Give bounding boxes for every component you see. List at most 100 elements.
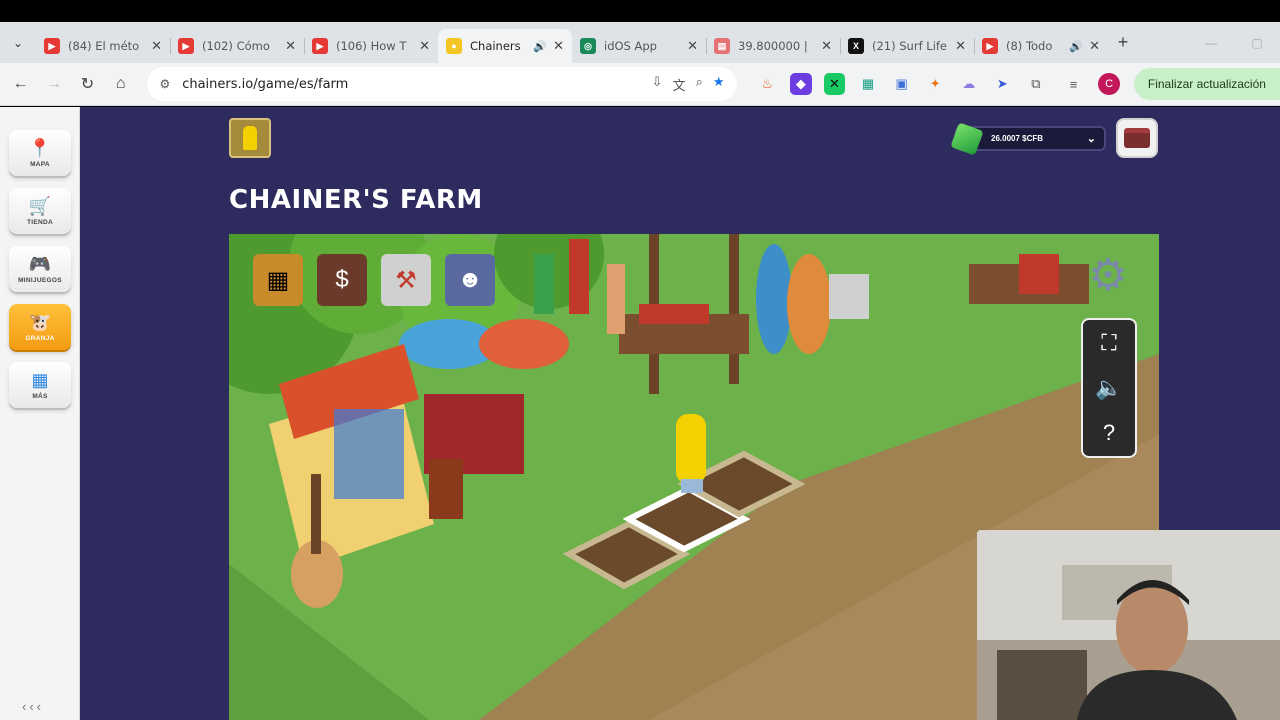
sidebar-item-minijuegos[interactable]: 🎮 MINIJUEGOS (9, 246, 71, 292)
browser-tab[interactable]: ▶ (84) El méto ✕ (36, 29, 170, 63)
maximize-icon[interactable]: ▢ (1234, 22, 1280, 63)
inventory-button[interactable] (1116, 118, 1158, 158)
reload-icon[interactable]: ↻ (71, 67, 104, 101)
update-browser-button[interactable]: Finalizar actualización (1133, 68, 1280, 100)
page-title: CHAINER'S FARM (229, 185, 483, 215)
sidebar-item-mapa[interactable]: 📍 MAPA (9, 130, 71, 176)
sound-icon[interactable]: 🔈 (1095, 375, 1122, 401)
tab-title: Chainers (470, 39, 521, 53)
tab-favicon-icon: ▶ (178, 38, 194, 54)
calculator-icon[interactable]: ▦ (253, 254, 303, 306)
browser-tab-bar: ⌄ ▶ (84) El méto ✕ ▶ (102) Cómo ✕ ▶ (106) How T… (0, 22, 1280, 63)
close-tab-icon[interactable]: ✕ (285, 38, 296, 54)
close-tab-icon[interactable]: ✕ (1089, 38, 1100, 54)
tab-favicon-icon: ▤ (714, 38, 730, 54)
chevron-down-icon: ⌄ (1086, 133, 1096, 145)
gamepad-icon: 🎮 (28, 254, 52, 274)
game-controls-panel: ⛶ 🔈 ? (1081, 318, 1137, 458)
shop-dollar-icon[interactable]: $ (317, 254, 367, 306)
zoom-icon[interactable]: ⌕ (696, 75, 703, 94)
fullscreen-icon[interactable]: ⛶ (1101, 330, 1116, 356)
sidebar-item-granja[interactable]: 🐮 GRANJA (9, 304, 71, 350)
translate-icon[interactable]: 文 (673, 75, 686, 94)
tab-title: (8) Todo (1006, 39, 1053, 53)
browser-tab[interactable]: ▶ (102) Cómo ✕ (170, 29, 304, 63)
extension-cloud-icon[interactable]: ☁ (958, 73, 980, 95)
game-sidebar: 📍 MAPA 🛒 TIENDA 🎮 MINIJUEGOS 🐮 GRANJA ▦ … (0, 107, 80, 720)
close-tab-icon[interactable]: ✕ (553, 38, 564, 54)
extensions-puzzle-icon[interactable]: ⧉ (1025, 73, 1047, 95)
banana-character-icon (243, 126, 257, 150)
browser-toolbar: ← → ↻ ⌂ ⚙ chainers.io/game/es/farm ⇩ 文 ⌕… (0, 63, 1280, 106)
bookmark-star-icon[interactable]: ★ (713, 75, 725, 94)
browser-tab[interactable]: X (21) Surf Life ✕ (840, 29, 974, 63)
address-bar[interactable]: ⚙ chainers.io/game/es/farm ⇩ 文 ⌕ ★ (147, 67, 737, 101)
screen-top-bar (0, 0, 1280, 22)
tab-favicon-icon: X (848, 38, 864, 54)
tab-favicon-icon: ◎ (580, 38, 596, 54)
tab-favicon-icon: ▶ (44, 38, 60, 54)
profile-avatar[interactable]: C (1098, 73, 1120, 95)
webcam-image (977, 530, 1280, 720)
address-text[interactable]: chainers.io/game/es/farm (182, 77, 348, 92)
home-icon[interactable]: ⌂ (104, 67, 137, 101)
webcam-overlay (977, 530, 1280, 720)
extension-x-icon[interactable]: ✕ (823, 73, 846, 95)
balance-dropdown[interactable]: 26.0007 $CFB ⌄ (950, 122, 1106, 156)
minimize-icon[interactable]: — (1188, 22, 1234, 63)
extension-chart-icon[interactable]: ▦ (857, 73, 879, 95)
sidebar-item-label: MINIJUEGOS (18, 277, 62, 284)
sidebar-item-mas[interactable]: ▦ MÁS (9, 362, 71, 408)
new-tab-button[interactable]: + (1108, 32, 1138, 53)
close-tab-icon[interactable]: ✕ (151, 38, 162, 54)
close-tab-icon[interactable]: ✕ (821, 38, 832, 54)
extension-metamask-icon[interactable]: ✦ (924, 73, 946, 95)
tab-title: (21) Surf Life (872, 39, 948, 53)
browser-tab[interactable]: ▶ (8) Todo 🔊 ✕ (974, 29, 1108, 63)
balance-value: 26.0007 $CFB (991, 134, 1044, 143)
chest-icon (1124, 128, 1150, 148)
map-pin-icon: 📍 (28, 138, 52, 158)
close-tab-icon[interactable]: ✕ (687, 38, 698, 54)
tab-title: (84) El méto (68, 39, 140, 53)
tab-favicon-icon: ▶ (312, 38, 328, 54)
extension-bird-icon[interactable]: ➤ (992, 73, 1014, 95)
sidebar-item-label: GRANJA (25, 335, 55, 342)
extension-calendar-icon[interactable]: ▣ (891, 73, 913, 95)
tab-title: (102) Cómo (202, 39, 270, 53)
tab-search-chevron-icon[interactable]: ⌄ (0, 22, 36, 63)
shopping-cart-icon: 🛒 (28, 196, 52, 216)
settings-gear-icon[interactable]: ⚙ (1084, 252, 1132, 300)
tab-audio-icon[interactable]: 🔊 (1069, 40, 1083, 53)
tab-title: (106) How T (336, 39, 407, 53)
help-icon[interactable]: ? (1103, 420, 1115, 446)
close-tab-icon[interactable]: ✕ (419, 38, 430, 54)
game-menu-icons: ▦ $ ⚒ ☻ (253, 254, 495, 306)
forward-icon[interactable]: → (37, 67, 70, 101)
install-app-icon[interactable]: ⇩ (652, 75, 663, 94)
tab-title: 39.800000 | (738, 39, 808, 53)
browser-tab[interactable]: ● Chainers 🔊 ✕ (438, 29, 572, 63)
site-settings-icon[interactable]: ⚙ (159, 77, 170, 91)
close-tab-icon[interactable]: ✕ (955, 38, 966, 54)
crafting-icon[interactable]: ⚒ (381, 254, 431, 306)
sidebar-item-label: MAPA (30, 161, 50, 168)
browser-tab[interactable]: ◎ idOS App ✕ (572, 29, 706, 63)
browser-tab[interactable]: ▶ (106) How T ✕ (304, 29, 438, 63)
player-avatar-button[interactable] (229, 118, 271, 158)
tab-audio-icon[interactable]: 🔊 (533, 40, 547, 53)
reading-list-icon[interactable]: ≡ (1063, 73, 1085, 95)
browser-tab[interactable]: ▤ 39.800000 | ✕ (706, 29, 840, 63)
extension-phantom-icon[interactable]: ◆ (790, 73, 812, 95)
back-icon[interactable]: ← (4, 67, 37, 101)
grid-icon: ▦ (31, 370, 49, 390)
tab-favicon-icon: ● (446, 38, 462, 54)
extension-flame-icon[interactable]: ♨ (757, 73, 779, 95)
robot-icon[interactable]: ☻ (445, 254, 495, 306)
cash-icon (950, 122, 984, 156)
collapse-sidebar-icon[interactable]: ‹‹‹ (22, 699, 44, 714)
sidebar-item-tienda[interactable]: 🛒 TIENDA (9, 188, 71, 234)
tab-favicon-icon: ▶ (982, 38, 998, 54)
cow-icon: 🐮 (28, 312, 52, 332)
tab-title: idOS App (604, 39, 657, 53)
